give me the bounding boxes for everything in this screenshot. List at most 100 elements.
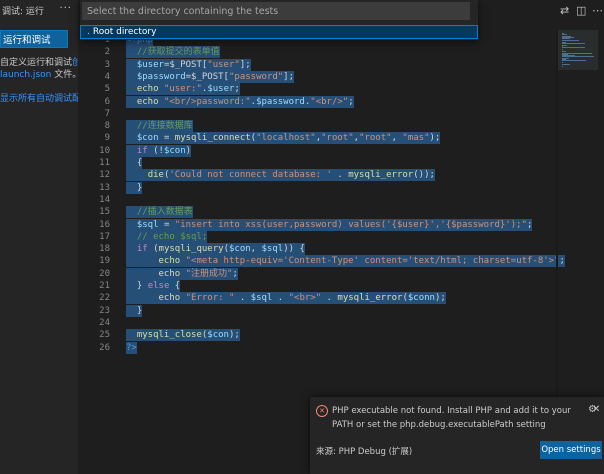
code-text: // echo $sql; (126, 230, 208, 243)
code-text: echo "Error: " . $sql . "<br>" . mysqli_… (126, 292, 446, 305)
code-token: , (391, 133, 403, 144)
code-text: //获取提交的表单值 (126, 46, 220, 59)
line-number: 22 (99, 293, 110, 304)
launch-json-link[interactable]: launch.json (0, 70, 51, 80)
line-number: 17 (99, 231, 110, 242)
code-token: { (126, 158, 143, 168)
show-auto-debug-link[interactable]: 显示所有自动调试配 (0, 91, 78, 104)
code-token: } (126, 182, 143, 193)
code-token: . (272, 293, 289, 304)
code-line: 24 (78, 317, 558, 329)
code-line: 25 mysqli_close($con); (78, 329, 558, 342)
code-token: mysqli_connect (174, 133, 251, 144)
code-token: $sql (136, 219, 159, 230)
run-and-debug-button[interactable]: 运行和调试 (0, 30, 68, 48)
description-text: 自定义运行和调试 (0, 58, 73, 68)
minimap-line (562, 61, 564, 63)
notification-toast: ✕ PHP executable not found. Install PHP … (310, 397, 604, 474)
code-line: 2 //获取提交的表单值 (78, 46, 558, 59)
quick-pick-input[interactable] (82, 2, 470, 20)
code-token: $sql (261, 244, 284, 255)
more-actions-icon[interactable]: ··· (59, 3, 72, 14)
code-token: ); (429, 133, 441, 144)
code-line: 5 echo "user:".$user; (78, 83, 558, 96)
code-token: "Error: " (185, 293, 235, 304)
code-line: 10 if (!$con) (78, 144, 558, 157)
minimap-line (562, 47, 585, 49)
code-token: echo (158, 256, 181, 267)
code-token: echo (158, 293, 181, 304)
close-icon[interactable]: ✕ (592, 404, 600, 415)
code-token: } (126, 281, 148, 291)
code-text: //连接数据库 (126, 120, 193, 133)
code-token: mysqli_close (136, 330, 202, 341)
code-line: 4 $password=$_POST["password"]; (78, 70, 558, 83)
code-token: $con (228, 244, 251, 255)
sidebar-description: 自定义运行和调试创 launch.json 文件。 (0, 57, 78, 81)
minimap[interactable] (558, 30, 598, 70)
error-icon: ✕ (316, 405, 328, 417)
minimap-line (562, 39, 579, 41)
code-token: "注册成功" (185, 268, 233, 279)
code-text: $user=$_POST["user"]; (126, 58, 251, 71)
code-line: 14 (78, 194, 558, 206)
minimap-line (562, 64, 571, 66)
code-text: die('Could not connect database: ' . mys… (126, 169, 435, 182)
code-line: 11 { (78, 157, 558, 169)
line-number: 21 (99, 281, 110, 291)
more-icon[interactable]: ⋯ (592, 4, 603, 18)
line-number: 13 (99, 182, 110, 193)
code-text: echo "注册成功"; (126, 267, 238, 280)
code-line: 19 echo "<meta http-equiv='Content-Type'… (78, 255, 565, 268)
line-number: 18 (99, 244, 110, 255)
line-number: 12 (99, 170, 110, 181)
code-token: = (158, 219, 175, 230)
code-token: "<br/>" (310, 96, 349, 107)
minimap-line (562, 48, 564, 50)
line-number: 23 (99, 305, 110, 316)
code-line: 13 } (78, 181, 558, 194)
code-token: $user (207, 84, 235, 95)
line-number: 7 (104, 108, 110, 119)
code-token: ; (232, 268, 238, 279)
code-token: ; (348, 96, 354, 107)
code-token: = (158, 133, 175, 144)
quick-pick-item-root-directory[interactable]: . Root directory (80, 25, 478, 39)
code-token: "password" (228, 71, 284, 82)
code-token: (! (147, 145, 164, 156)
code-text: $con = mysqli_connect("localhost","root"… (126, 132, 441, 145)
open-settings-button[interactable]: Open settings (540, 441, 602, 459)
code-editor[interactable]: 1 <?php 2 //获取提交的表单值 3 $user=$_POST["user"]… (78, 30, 565, 370)
code-token: $con (207, 330, 229, 341)
code-token: echo (158, 268, 181, 279)
line-number: 4 (104, 71, 110, 82)
code-token: //连接数据库 (136, 121, 193, 132)
code-text: //插入数据表 (126, 206, 193, 219)
split-editor-icon[interactable]: ◫ (576, 4, 586, 18)
line-number: 24 (99, 317, 110, 328)
code-token: $user (136, 59, 164, 70)
code-token: )) { (283, 244, 305, 255)
code-token: mysqli_query (158, 244, 224, 255)
line-number: 6 (104, 96, 110, 107)
code-token: "user:" (163, 84, 202, 95)
code-token: $con (136, 133, 159, 144)
code-text: } (126, 304, 143, 317)
code-token: // echo $sql; (136, 231, 208, 242)
code-token: , (250, 244, 262, 255)
code-text: if (mysqli_query($con, $sql)) { (126, 243, 305, 256)
code-text: ?> (126, 341, 137, 354)
code-token: ); (228, 330, 240, 341)
sidebar-title-text: 调试: 运行 (2, 6, 44, 17)
code-line: 23 } (78, 304, 558, 317)
code-token: "<br/>password:" (163, 96, 251, 107)
open-changes-icon[interactable]: ⇄ (560, 4, 569, 18)
line-number: 10 (99, 145, 110, 156)
code-text: $sql = "insert into xss(user,password) v… (126, 218, 533, 231)
